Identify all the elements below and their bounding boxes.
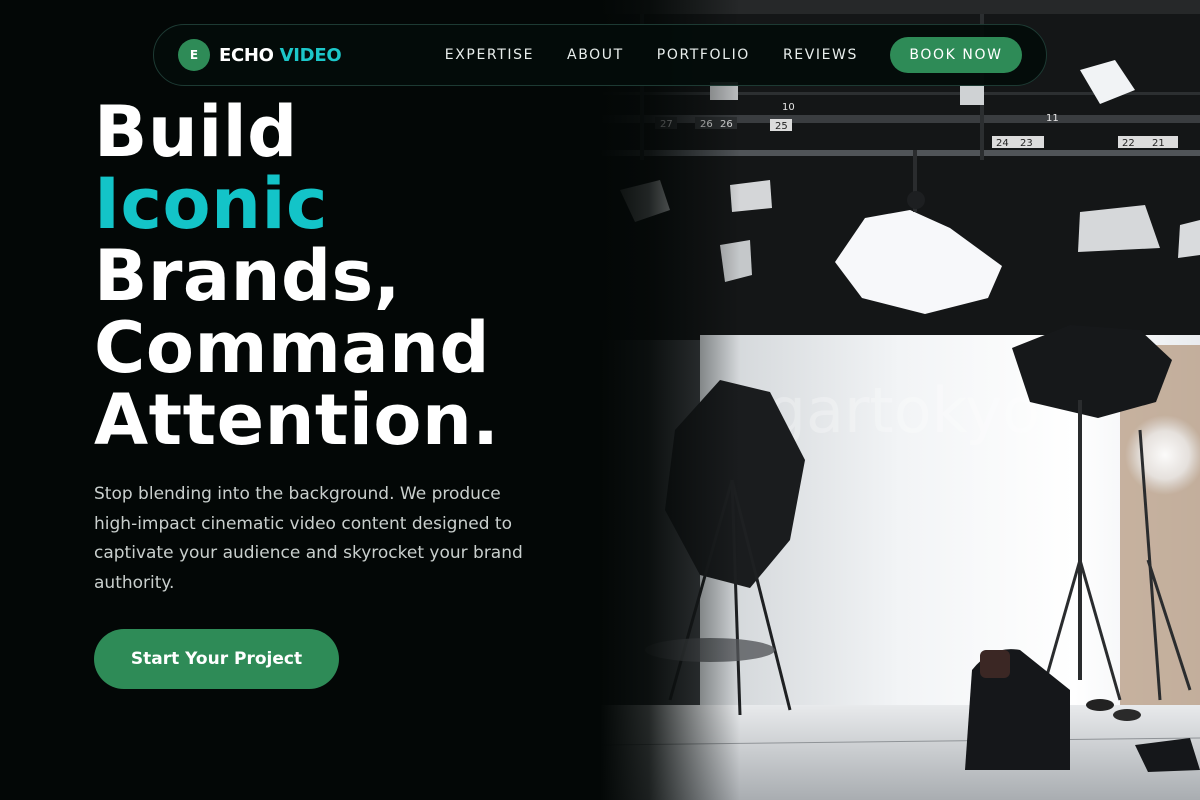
hero-description: Stop blending into the background. We pr… xyxy=(94,484,523,593)
svg-text:21: 21 xyxy=(1152,138,1165,149)
nav-links: EXPERTISE ABOUT PORTFOLIO REVIEWS xyxy=(445,47,890,63)
svg-text:10: 10 xyxy=(782,102,795,113)
svg-text:23: 23 xyxy=(1020,138,1033,149)
hero-headline: Build Iconic Brands, Command Attention. xyxy=(94,96,499,456)
brand-name-part2: VIDEO xyxy=(279,44,342,66)
nav-link-portfolio[interactable]: PORTFOLIO xyxy=(657,47,750,63)
headline-line-5: Attention. xyxy=(94,379,500,461)
circle-letter-icon: E xyxy=(178,39,210,71)
book-now-button[interactable]: BOOK NOW xyxy=(890,37,1022,73)
nav-link-about[interactable]: ABOUT xyxy=(567,47,624,63)
headline-line-4: Command xyxy=(94,307,491,389)
start-project-button[interactable]: Start Your Project xyxy=(94,629,339,689)
brand-mark-letter: E xyxy=(189,48,199,62)
brand-name-part1: ECHO xyxy=(219,44,274,66)
brand-logo[interactable]: E ECHO VIDEO xyxy=(178,39,342,71)
headline-line-1: Build xyxy=(94,91,298,173)
brand-name: ECHO VIDEO xyxy=(219,44,342,66)
nav-link-expertise[interactable]: EXPERTISE xyxy=(445,47,534,63)
svg-text:24: 24 xyxy=(996,138,1009,149)
svg-text:22: 22 xyxy=(1122,138,1135,149)
headline-line-3: Brands, xyxy=(94,235,401,317)
photo-left-fade xyxy=(600,0,740,800)
hero-studio-photo: 27 26 26 25 10 11 24 23 22 21 xyxy=(600,0,1200,800)
nav-link-reviews[interactable]: REVIEWS xyxy=(783,47,858,63)
top-navbar: E ECHO VIDEO EXPERTISE ABOUT PORTFOLIO R… xyxy=(153,24,1047,86)
headline-line-2-accent: Iconic xyxy=(94,163,328,245)
svg-text:25: 25 xyxy=(775,121,788,132)
svg-text:11: 11 xyxy=(1046,113,1059,124)
